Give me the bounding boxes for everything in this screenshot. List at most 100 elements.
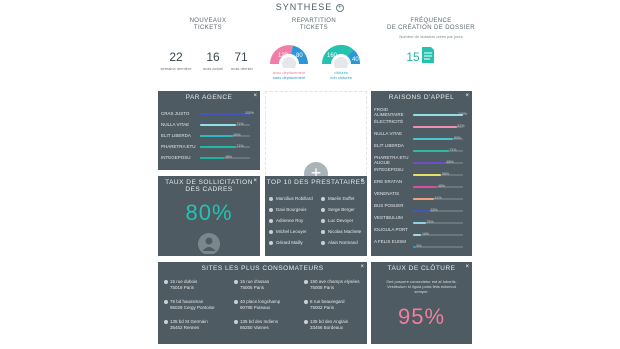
bar-label: BUS POSUER <box>374 203 404 208</box>
repartition-title: REPARTITION TICKETS <box>291 18 337 31</box>
close-icon[interactable]: × <box>465 264 469 270</box>
site-item[interactable]: 8 rue beauregard 75002 Paris <box>304 299 345 310</box>
add-circle-icon[interactable]: + <box>336 4 345 12</box>
agence-bar-row[interactable]: NULLA VITAE 71% <box>158 122 260 132</box>
location-pin-icon <box>164 299 168 304</box>
site-item[interactable]: 150 ave champs elysées 75008 Paris <box>304 279 360 290</box>
prestataire-name: Marcilius Robillard <box>276 196 313 201</box>
raisons-bar-row[interactable]: FROID ALIMENTAIRE 100% <box>371 107 472 117</box>
bar-percentage: 100% <box>458 112 467 116</box>
person-icon <box>321 196 325 201</box>
site-address: 8 rue beauregard <box>310 299 345 304</box>
bar-fill <box>413 126 457 128</box>
prestataire-item[interactable]: Marcilius Robillard <box>269 196 313 201</box>
bar-label: PHARETRA ETU AUGUE <box>374 155 409 165</box>
site-city: 33456 Bordeaux <box>310 324 344 330</box>
prestataire-name: Michel Leouyer <box>276 229 307 234</box>
raisons-bar-row[interactable]: PHARETRA ETU AUGUE 65% <box>371 155 472 165</box>
raisons-bar-row[interactable]: ERE ERATAN 48% <box>371 179 472 189</box>
raisons-bar-row[interactable]: BUS POSUER 33% <box>371 203 472 213</box>
raisons-bar-row[interactable]: IDLIGULA PORT 16% <box>371 227 472 237</box>
location-pin-icon <box>304 279 308 284</box>
raisons-bar-row[interactable]: INTEGEPOSU 56% <box>371 167 472 177</box>
site-address: 40 place longchamp <box>240 299 281 304</box>
raisons-panel: RAISONS D'APPEL × FROID ALIMENTAIRE 100% É… <box>371 91 472 256</box>
person-icon <box>269 207 273 212</box>
prestataire-item[interactable]: Gérard Mailly <box>269 240 303 245</box>
bar-percentage: 33% <box>430 208 438 212</box>
bar-label: IDLIGULA PORT <box>374 227 408 232</box>
site-item[interactable]: 135 bd des Indiens 56250 Vannes <box>234 319 278 330</box>
prestataire-item[interactable]: Maelin Duffet <box>321 196 354 201</box>
close-icon[interactable]: × <box>253 178 257 184</box>
bar-fill <box>413 234 421 236</box>
site-item[interactable]: 135 bd St Germain 35452 Rennes <box>164 319 208 330</box>
page-title: SYNTHESE + <box>275 2 345 12</box>
panel-title: TAUX DE CLÔTURE <box>387 265 456 272</box>
bar-track <box>413 114 463 116</box>
bar-label: FROID ALIMENTAIRE <box>374 107 404 117</box>
site-address: 150 ave champs elysées <box>310 279 360 284</box>
bar-fill <box>200 113 250 115</box>
location-pin-icon <box>164 319 168 324</box>
svg-text:80: 80 <box>296 53 303 59</box>
bar-percentage: 87% <box>457 124 465 128</box>
tickets-stat-value: 22 <box>169 50 183 64</box>
site-item[interactable]: 40 place longchamp 90788 Puteaux <box>234 299 280 310</box>
prestataire-item[interactable]: Serge Berger <box>321 207 355 212</box>
close-icon[interactable]: × <box>360 178 364 184</box>
person-icon <box>269 196 273 201</box>
bar-track <box>413 174 463 176</box>
site-city: 75002 Paris <box>310 304 335 310</box>
sollicitation-value: 80% <box>185 200 233 225</box>
prestataire-item[interactable]: Michel Leouyer <box>269 229 307 234</box>
bar-percentage: 71% <box>236 144 244 148</box>
bar-percentage: 80% <box>454 136 462 140</box>
site-item[interactable]: 15 rue d'assas 75006 Paris <box>234 279 269 290</box>
site-address: 15 rue d'assas <box>240 279 270 284</box>
gauge-right-legend: clôturés non clôturés <box>330 70 352 80</box>
close-icon[interactable]: × <box>465 93 469 99</box>
bar-percentage: 5% <box>416 244 422 248</box>
panel-title: PAR AGENCE <box>185 94 233 101</box>
location-pin-icon <box>164 279 168 284</box>
person-icon <box>321 240 325 245</box>
bar-label: ÉLECTRICITÉ <box>374 119 404 124</box>
prestataire-item[interactable]: Luc Devoyer <box>321 218 353 223</box>
panel-title: RAISONS D'APPEL <box>388 94 455 101</box>
prestataire-item[interactable]: Alain Normand <box>321 240 358 245</box>
raisons-bar-row[interactable]: A FELIS EUISM 5% <box>371 239 472 249</box>
close-icon[interactable]: × <box>360 264 364 270</box>
agence-bar-row[interactable]: ELIT LIBERDA 65% <box>158 133 260 143</box>
close-icon[interactable]: × <box>253 93 257 99</box>
bar-fill <box>200 146 236 148</box>
bar-percentage: 65% <box>446 160 454 164</box>
bar-fill <box>200 135 233 137</box>
bar-fill <box>413 114 463 116</box>
bar-percentage: 41% <box>434 196 442 200</box>
site-item[interactable]: 15 rue dubois 75018 Paris <box>164 279 197 290</box>
agence-bar-row[interactable]: CRAS JUSTO 100% <box>158 111 260 121</box>
site-item[interactable]: 135 bd des Anglais 33456 Bordeaux <box>304 319 348 330</box>
panel-title: TAUX DE SOLLICITATION DES CADRES <box>165 179 253 193</box>
bar-fill <box>413 198 434 200</box>
bar-fill <box>413 186 437 188</box>
site-city: 75006 Paris <box>240 284 265 290</box>
raisons-bar-row[interactable]: VENENATIS 41% <box>371 191 472 201</box>
agence-bar-row[interactable]: INTEGEPOSU 48% <box>158 155 260 165</box>
bar-track <box>200 135 250 137</box>
raisons-bar-row[interactable]: VESTIBULUM 25% <box>371 215 472 225</box>
prestataire-name: Davi Bourgeois <box>276 207 307 212</box>
prestataire-item[interactable]: Nicolas Machete <box>321 229 361 234</box>
location-pin-icon <box>304 319 308 324</box>
svg-text:160: 160 <box>327 53 338 59</box>
bar-percentage: 48% <box>438 184 446 188</box>
raisons-bar-row[interactable]: ELIT LIBERDA 71% <box>371 143 472 153</box>
agence-bar-row[interactable]: PHARETRA ETU 71% <box>158 144 260 154</box>
raisons-bar-row[interactable]: NULLA VITAE 80% <box>371 131 472 141</box>
raisons-bar-row[interactable]: ÉLECTRICITÉ 87% <box>371 119 472 129</box>
prestataire-item[interactable]: Davi Bourgeois <box>269 207 307 212</box>
site-item[interactable]: 75 bd haussman 95028 Cergy Pontoise <box>164 299 215 310</box>
bar-percentage: 16% <box>422 232 430 236</box>
prestataire-item[interactable]: Adrienne Roy <box>269 218 303 223</box>
